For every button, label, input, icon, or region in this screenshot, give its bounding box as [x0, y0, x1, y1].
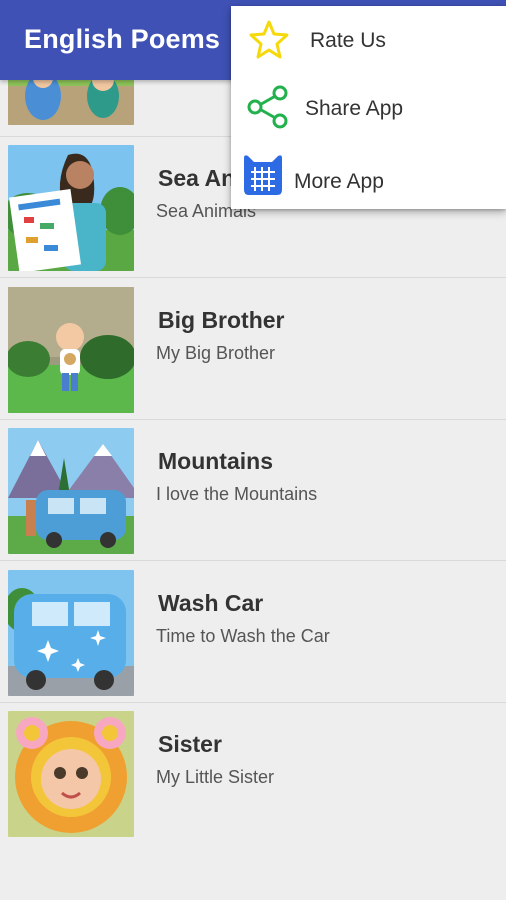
poem-title: Big Brother [158, 307, 285, 333]
overflow-menu: Rate Us Share App More App [231, 6, 506, 209]
menu-item-label: Rate Us [310, 29, 386, 52]
poem-thumbnail [8, 145, 134, 271]
menu-item-label: More App [294, 170, 384, 193]
list-item[interactable]: Wash Car Time to Wash the Car [0, 562, 506, 703]
list-item[interactable]: Big Brother My Big Brother [0, 279, 506, 420]
list-item[interactable]: Mountains I love the Mountains [0, 420, 506, 561]
menu-item-share-app[interactable]: Share App [231, 73, 506, 140]
star-icon [249, 19, 289, 59]
share-icon [246, 85, 290, 129]
poem-title: Sister [158, 731, 222, 757]
poem-title: Mountains [158, 448, 273, 474]
poem-thumbnail [8, 570, 134, 696]
poem-thumbnail [8, 287, 134, 413]
poem-subtitle: My Big Brother [156, 343, 276, 363]
menu-item-more-app[interactable]: More App [231, 140, 506, 207]
menu-item-rate-us[interactable]: Rate Us [231, 6, 506, 73]
menu-item-label: Share App [305, 97, 404, 120]
app-title: English Poems [24, 24, 221, 54]
poem-subtitle: I love the Mountains [156, 484, 318, 504]
poem-thumbnail [8, 428, 134, 554]
poem-subtitle: Time to Wash the Car [156, 626, 330, 646]
poem-title: Wash Car [158, 590, 264, 616]
poem-thumbnail [8, 711, 134, 837]
grid-app-icon [242, 154, 284, 196]
poem-subtitle: My Little Sister [156, 767, 275, 787]
list-item[interactable]: Sister My Little Sister [0, 703, 506, 844]
